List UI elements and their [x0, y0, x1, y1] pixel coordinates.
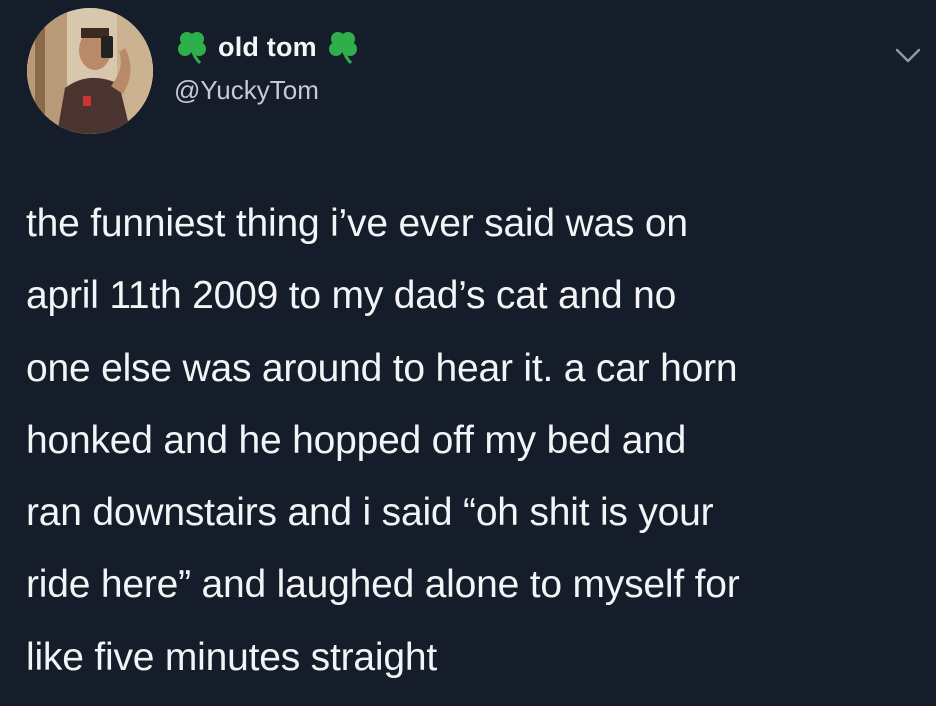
tweet-card: old tom @YuckyTom the funniest thing i’v…: [0, 0, 936, 706]
profile-photo-icon: [27, 8, 153, 134]
display-name[interactable]: old tom: [218, 32, 317, 63]
name-row: old tom: [172, 26, 363, 68]
avatar[interactable]: [27, 8, 153, 134]
chevron-down-icon[interactable]: [893, 45, 923, 67]
tweet-text: the funniest thing i’ve ever said was on…: [26, 202, 740, 679]
user-handle[interactable]: @YuckyTom: [174, 75, 319, 106]
four-leaf-clover-icon: [172, 27, 212, 67]
four-leaf-clover-icon: [323, 27, 363, 67]
